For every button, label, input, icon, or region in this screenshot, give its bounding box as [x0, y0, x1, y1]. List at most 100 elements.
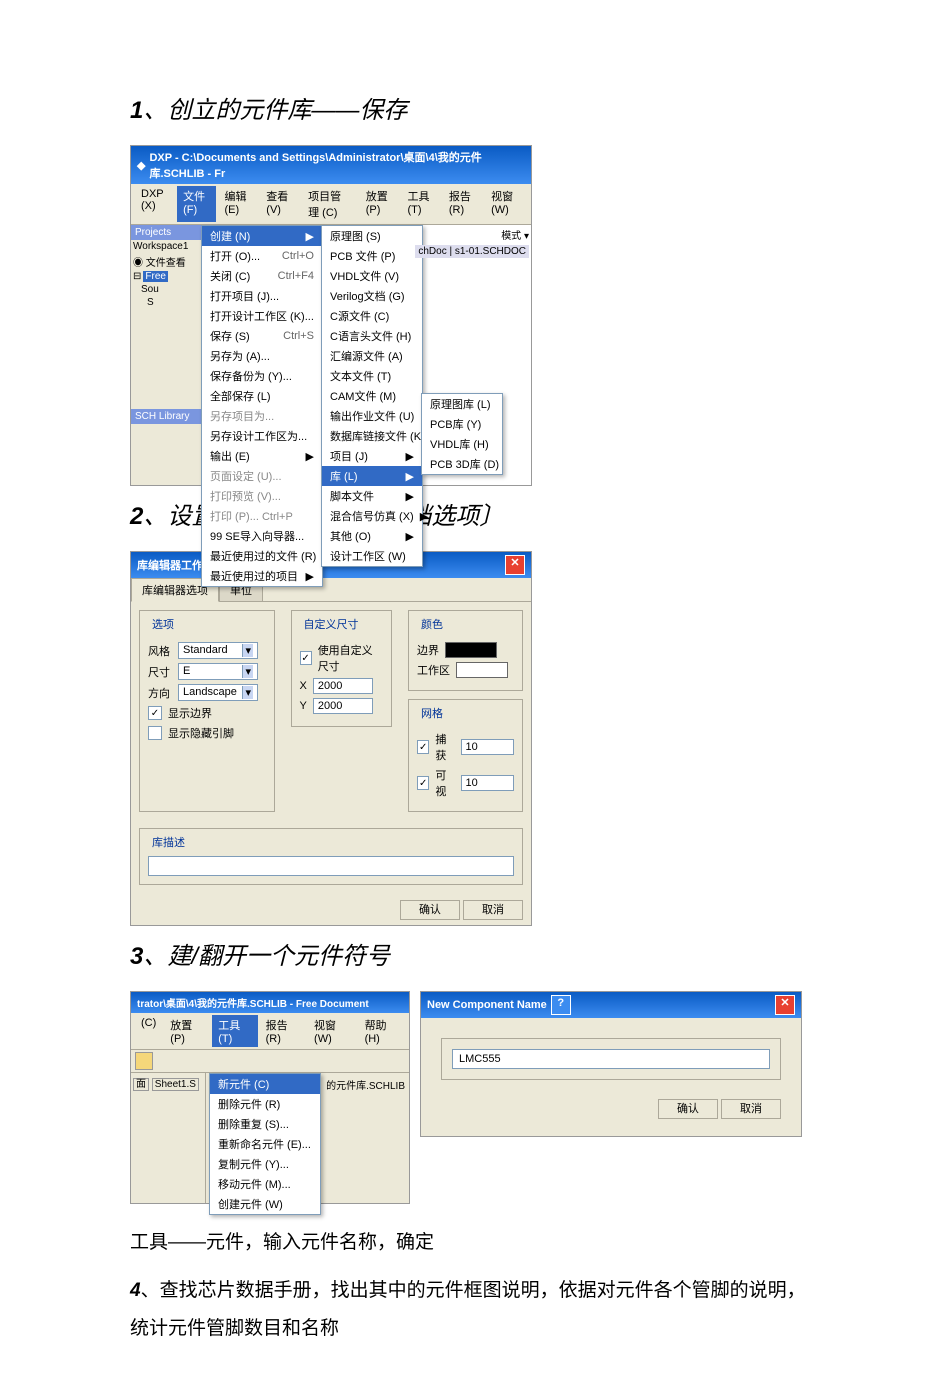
doc-tabs: chDoc | s1-01.SCHDOC — [415, 245, 529, 258]
create-text[interactable]: 文本文件 (T) — [322, 366, 422, 386]
file-recent-projects[interactable]: 最近使用过的项目▶ — [202, 566, 322, 586]
snap-input[interactable]: 10 — [461, 739, 514, 755]
ok-button[interactable]: 确认 — [400, 900, 460, 920]
create-vhdl[interactable]: VHDL文件 (V) — [322, 266, 422, 286]
file-open[interactable]: 打开 (O)...Ctrl+O — [202, 246, 322, 266]
close-button[interactable]: ✕ — [505, 555, 525, 575]
file-view-radio[interactable]: ◉ 文件查看 — [131, 253, 201, 270]
tree-free[interactable]: ⊟ Free — [131, 270, 201, 283]
menu-project[interactable]: 项目管理 (C) — [302, 186, 358, 222]
workarea-color-swatch[interactable] — [456, 662, 508, 678]
file-dropdown: 创建 (N)▶ 打开 (O)...Ctrl+O 关闭 (C)Ctrl+F4 打开… — [201, 225, 323, 587]
help-button-4[interactable]: ? — [551, 995, 571, 1015]
create-workspace[interactable]: 设计工作区 (W) — [322, 546, 422, 566]
mode-dropdown[interactable]: 模式 ▾ — [501, 231, 529, 242]
component-name-input[interactable]: LMC555 — [452, 1049, 770, 1069]
use-custom-checkbox[interactable]: ✓ — [300, 651, 312, 665]
heading-4: 4、查找芯片数据手册，找出其中的元件框图说明，依据对元件各个管脚的说明，统计元件… — [130, 1272, 820, 1348]
file-save-backup[interactable]: 保存备份为 (Y)... — [202, 366, 322, 386]
options-title: 选项 — [148, 616, 178, 632]
visible-label: 可视 — [435, 767, 454, 799]
menu-file[interactable]: 文件 (F) — [177, 186, 216, 222]
create-cam[interactable]: CAM文件 (M) — [322, 386, 422, 406]
menu-window[interactable]: 视窗 (W) — [485, 186, 527, 222]
create-dblink[interactable]: 数据库链接文件 (K) — [322, 426, 422, 446]
tab-schdoc[interactable]: s1-01.SCHDOC — [455, 246, 526, 257]
menu-c[interactable]: (C) — [135, 1015, 162, 1047]
cancel-button-4[interactable]: 取消 — [721, 1099, 781, 1119]
app-icon: ◆ — [137, 159, 145, 172]
create-verilog[interactable]: Verilog文档 (G) — [322, 286, 422, 306]
y-input[interactable]: 2000 — [313, 698, 373, 714]
create-pcb[interactable]: PCB 文件 (P) — [322, 246, 422, 266]
create-c-source[interactable]: C源文件 (C) — [322, 306, 422, 326]
show-hidden-pins-checkbox[interactable] — [148, 726, 162, 740]
file-save-all[interactable]: 全部保存 (L) — [202, 386, 322, 406]
lib-vhdl[interactable]: VHDL库 (H) — [422, 434, 502, 454]
create-library[interactable]: 库 (L)▶ — [322, 466, 422, 486]
tree-source[interactable]: Sou — [131, 283, 201, 296]
menu-place[interactable]: 放置 (P) — [360, 186, 400, 222]
toolbar-icon[interactable] — [135, 1052, 153, 1070]
description-input[interactable] — [148, 856, 514, 876]
create-asm[interactable]: 汇编源文件 (A) — [322, 346, 422, 366]
tool-delete-component[interactable]: 删除元件 (R) — [210, 1094, 320, 1114]
tool-delete-duplicate[interactable]: 删除重复 (S)... — [210, 1114, 320, 1134]
file-print: 打印 (P)... Ctrl+P — [202, 506, 322, 526]
create-output-job[interactable]: 输出作业文件 (U) — [322, 406, 422, 426]
file-create[interactable]: 创建 (N)▶ — [202, 226, 322, 246]
menu-tools[interactable]: 工具 (T) — [402, 186, 441, 222]
close-button-4[interactable]: ✕ — [775, 995, 795, 1015]
file-recent-files[interactable]: 最近使用过的文件 (R)▶ — [202, 546, 322, 566]
lib-schematic[interactable]: 原理图库 (L) — [422, 394, 502, 414]
snap-checkbox[interactable]: ✓ — [417, 740, 429, 754]
tool-copy-component[interactable]: 复制元件 (Y)... — [210, 1154, 320, 1174]
color-group: 颜色 边界 工作区 — [408, 610, 523, 691]
menu-report-3[interactable]: 报告 (R) — [260, 1015, 306, 1047]
file-save-ws-as[interactable]: 另存设计工作区为... — [202, 426, 322, 446]
size-select[interactable]: E▾ — [178, 663, 258, 680]
create-other[interactable]: 其他 (O)▶ — [322, 526, 422, 546]
titlebar: ◆ DXP - C:\Documents and Settings\Admini… — [131, 146, 531, 184]
create-project[interactable]: 项目 (J)▶ — [322, 446, 422, 466]
menu-window-3[interactable]: 视窗 (W) — [308, 1015, 357, 1047]
menu-dxp[interactable]: DXP (X) — [135, 186, 175, 222]
menu-tools-3[interactable]: 工具 (T) — [212, 1015, 257, 1047]
sheet-tab[interactable]: Sheet1.S — [152, 1078, 199, 1091]
menu-report[interactable]: 报告 (R) — [443, 186, 483, 222]
show-border-checkbox[interactable]: ✓ — [148, 706, 162, 720]
menu-help-3[interactable]: 帮助 (H) — [359, 1015, 405, 1047]
tab-chdoc[interactable]: chDoc — [418, 246, 446, 257]
orient-select[interactable]: Landscape▾ — [178, 684, 258, 701]
border-color-swatch[interactable] — [445, 642, 497, 658]
menu-place-3[interactable]: 放置 (P) — [164, 1015, 210, 1047]
file-open-project[interactable]: 打开项目 (J)... — [202, 286, 322, 306]
create-schematic[interactable]: 原理图 (S) — [322, 226, 422, 246]
file-close[interactable]: 关闭 (C)Ctrl+F4 — [202, 266, 322, 286]
x-input[interactable]: 2000 — [313, 678, 373, 694]
file-save-as[interactable]: 另存为 (A)... — [202, 346, 322, 366]
menu-view[interactable]: 查看 (V) — [260, 186, 300, 222]
cancel-button[interactable]: 取消 — [463, 900, 523, 920]
file-save[interactable]: 保存 (S)Ctrl+S — [202, 326, 322, 346]
lib-pcb3d[interactable]: PCB 3D库 (D) — [422, 454, 502, 474]
lib-pcb[interactable]: PCB库 (Y) — [422, 414, 502, 434]
tool-rename-component[interactable]: 重新命名元件 (E)... — [210, 1134, 320, 1154]
menu-edit[interactable]: 编辑 (E) — [218, 186, 258, 222]
file-import-wizard[interactable]: 99 SE导入向导器... — [202, 526, 322, 546]
ok-button-4[interactable]: 确认 — [658, 1099, 718, 1119]
visible-checkbox[interactable]: ✓ — [417, 776, 429, 790]
create-c-header[interactable]: C语言头文件 (H) — [322, 326, 422, 346]
create-mixed-sim[interactable]: 混合信号仿真 (X)▶ — [322, 506, 422, 526]
tool-create-component[interactable]: 创建元件 (W) — [210, 1194, 320, 1214]
file-export[interactable]: 输出 (E)▶ — [202, 446, 322, 466]
tool-new-component[interactable]: 新元件 (C) — [210, 1074, 320, 1094]
style-select[interactable]: Standard▾ — [178, 642, 258, 659]
tree-s[interactable]: S — [131, 296, 201, 309]
file-open-workspace[interactable]: 打开设计工作区 (K)... — [202, 306, 322, 326]
workspace[interactable]: Workspace1 — [131, 240, 201, 253]
tool-move-component[interactable]: 移动元件 (M)... — [210, 1174, 320, 1194]
visible-input[interactable]: 10 — [461, 775, 514, 791]
tab-face[interactable]: 面 — [133, 1078, 149, 1091]
create-script[interactable]: 脚本文件▶ — [322, 486, 422, 506]
